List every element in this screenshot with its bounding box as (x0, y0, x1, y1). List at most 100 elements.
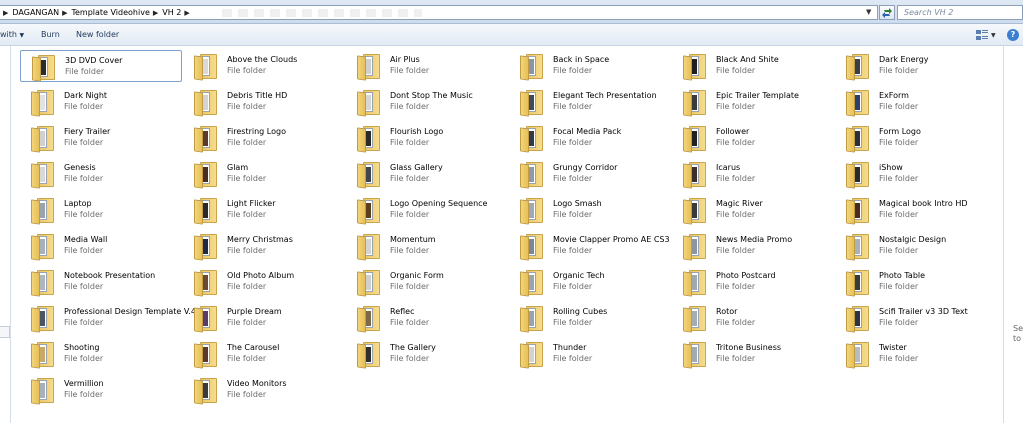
folder-item[interactable]: Epic Trailer Template File folder (672, 86, 834, 118)
folder-name: Glass Gallery (390, 163, 443, 172)
folder-item[interactable]: Notebook Presentation File folder (20, 266, 182, 298)
folder-item[interactable]: Logo Opening Sequence File folder (346, 194, 508, 226)
folder-item[interactable]: Above the Clouds File folder (183, 50, 345, 82)
folder-item[interactable]: Tritone Business File folder (672, 338, 834, 370)
folder-item[interactable]: Media Wall File folder (20, 230, 182, 262)
chevron-right-icon[interactable]: ▶ (184, 9, 189, 17)
folder-name: Air Plus (390, 55, 420, 64)
folder-type: File folder (227, 318, 267, 327)
folder-item[interactable]: Laptop File folder (20, 194, 182, 226)
folder-item[interactable]: Black And Shite File folder (672, 50, 834, 82)
folder-item[interactable]: Reflec File folder (346, 302, 508, 334)
folder-type: File folder (716, 210, 756, 219)
breadcrumb-item[interactable]: ▶ Template Videohive (59, 8, 150, 17)
folder-item[interactable]: Magic River File folder (672, 194, 834, 226)
folder-item[interactable]: Firestring Logo File folder (183, 122, 345, 154)
folder-item[interactable]: Thunder File folder (509, 338, 671, 370)
folder-item[interactable]: Video Monitors File folder (183, 374, 345, 406)
change-view-button[interactable]: ▼ (976, 29, 1000, 41)
folder-item[interactable]: Fiery Trailer File folder (20, 122, 182, 154)
folder-icon (846, 270, 870, 297)
folder-item[interactable]: Form Logo File folder (835, 122, 997, 154)
folder-item[interactable]: Back in Space File folder (509, 50, 671, 82)
chevron-right-icon[interactable]: ▶ (62, 9, 67, 17)
folder-item[interactable]: Magical book Intro HD File folder (835, 194, 997, 226)
folder-item[interactable]: Dont Stop The Music File folder (346, 86, 508, 118)
folder-type: File folder (553, 282, 593, 291)
folder-type: File folder (879, 174, 919, 183)
folder-type: File folder (553, 66, 593, 75)
folder-item[interactable]: Elegant Tech Presentation File folder (509, 86, 671, 118)
folder-item[interactable]: Follower File folder (672, 122, 834, 154)
folder-item[interactable]: Merry Christmas File folder (183, 230, 345, 262)
folder-item[interactable]: Shooting File folder (20, 338, 182, 370)
folder-item[interactable]: Icarus File folder (672, 158, 834, 190)
folder-item[interactable]: News Media Promo File folder (672, 230, 834, 262)
folder-item[interactable]: Air Plus File folder (346, 50, 508, 82)
folder-item[interactable]: ExForm File folder (835, 86, 997, 118)
folder-item[interactable]: Purple Dream File folder (183, 302, 345, 334)
breadcrumb[interactable]: ▶ DAGANGAN ▶ Template Videohive ▶ VH 2 ▶ (0, 5, 878, 20)
folder-item[interactable]: iShow File folder (835, 158, 997, 190)
address-dropdown-icon[interactable]: ▼ (866, 8, 871, 16)
folder-front (683, 271, 692, 297)
folder-item[interactable]: Vermillion File folder (20, 374, 182, 406)
help-icon[interactable]: ? (1007, 29, 1019, 41)
folder-item[interactable]: Dark Energy File folder (835, 50, 997, 82)
folder-icon (194, 270, 218, 297)
folder-item[interactable]: Light Flicker File folder (183, 194, 345, 226)
folder-item[interactable]: Logo Smash File folder (509, 194, 671, 226)
folder-item[interactable]: The Carousel File folder (183, 338, 345, 370)
folder-name: Shooting (64, 343, 100, 352)
folder-icon (357, 126, 381, 153)
burn-button[interactable]: Burn (41, 30, 60, 39)
folder-type: File folder (716, 246, 756, 255)
folder-front (846, 55, 855, 81)
folder-item[interactable]: Movie Clapper Promo AE CS3 File folder (509, 230, 671, 262)
folder-item[interactable]: Genesis File folder (20, 158, 182, 190)
chevron-right-icon[interactable]: ▶ (3, 9, 8, 17)
folder-item[interactable]: Photo Postcard File folder (672, 266, 834, 298)
folder-item[interactable]: Rolling Cubes File folder (509, 302, 671, 334)
breadcrumb-item[interactable]: ▶ VH 2 ▶ (150, 8, 194, 17)
folder-item[interactable]: Flourish Logo File folder (346, 122, 508, 154)
folder-item[interactable]: Momentum File folder (346, 230, 508, 262)
folder-type: File folder (64, 102, 104, 111)
folder-name: Twister (879, 343, 907, 352)
folder-item[interactable]: Organic Tech File folder (509, 266, 671, 298)
folder-item[interactable]: Focal Media Pack File folder (509, 122, 671, 154)
folder-item[interactable]: Grungy Corridor File folder (509, 158, 671, 190)
folder-item[interactable]: Twister File folder (835, 338, 997, 370)
folder-item[interactable]: The Gallery File folder (346, 338, 508, 370)
folder-item[interactable]: Scifi Trailer v3 3D Text File folder (835, 302, 997, 334)
dropdown-arrow-icon: ▼ (19, 32, 25, 39)
breadcrumb-label[interactable]: VH 2 (162, 8, 181, 17)
folder-item[interactable]: Old Photo Album File folder (183, 266, 345, 298)
folder-item[interactable]: Organic Form File folder (346, 266, 508, 298)
folder-item[interactable]: Professional Design Template V.4 File fol… (20, 302, 196, 334)
breadcrumb-label[interactable]: Template Videohive (71, 8, 149, 17)
folder-name: Nostalgic Design (879, 235, 947, 244)
folder-item[interactable]: Rotor File folder (672, 302, 834, 334)
folder-front (846, 235, 855, 261)
new-folder-button[interactable]: New folder (76, 30, 119, 39)
chevron-right-icon[interactable]: ▶ (153, 9, 158, 17)
breadcrumb-label[interactable]: DAGANGAN (12, 8, 59, 17)
folder-item[interactable]: Glass Gallery File folder (346, 158, 508, 190)
folder-item[interactable]: Dark Night File folder (20, 86, 182, 118)
folder-front (846, 199, 855, 225)
folder-icon (683, 90, 707, 117)
folder-item[interactable]: Nostalgic Design File folder (835, 230, 997, 262)
navigation-pane[interactable] (0, 46, 11, 423)
breadcrumb-item[interactable]: ▶ DAGANGAN (0, 8, 59, 17)
folder-front (683, 307, 692, 333)
search-input[interactable]: Search VH 2 (897, 5, 1023, 20)
folder-name: ExForm (879, 91, 909, 100)
folder-item[interactable]: Glam File folder (183, 158, 345, 190)
folder-item[interactable]: Photo Table File folder (835, 266, 997, 298)
folder-front (683, 55, 692, 81)
folder-item[interactable]: 3D DVD Cover File folder (20, 50, 182, 82)
share-with-menu[interactable]: with ▼ (0, 30, 24, 39)
folder-item[interactable]: Debris Title HD File folder (183, 86, 345, 118)
refresh-button[interactable] (879, 5, 895, 20)
